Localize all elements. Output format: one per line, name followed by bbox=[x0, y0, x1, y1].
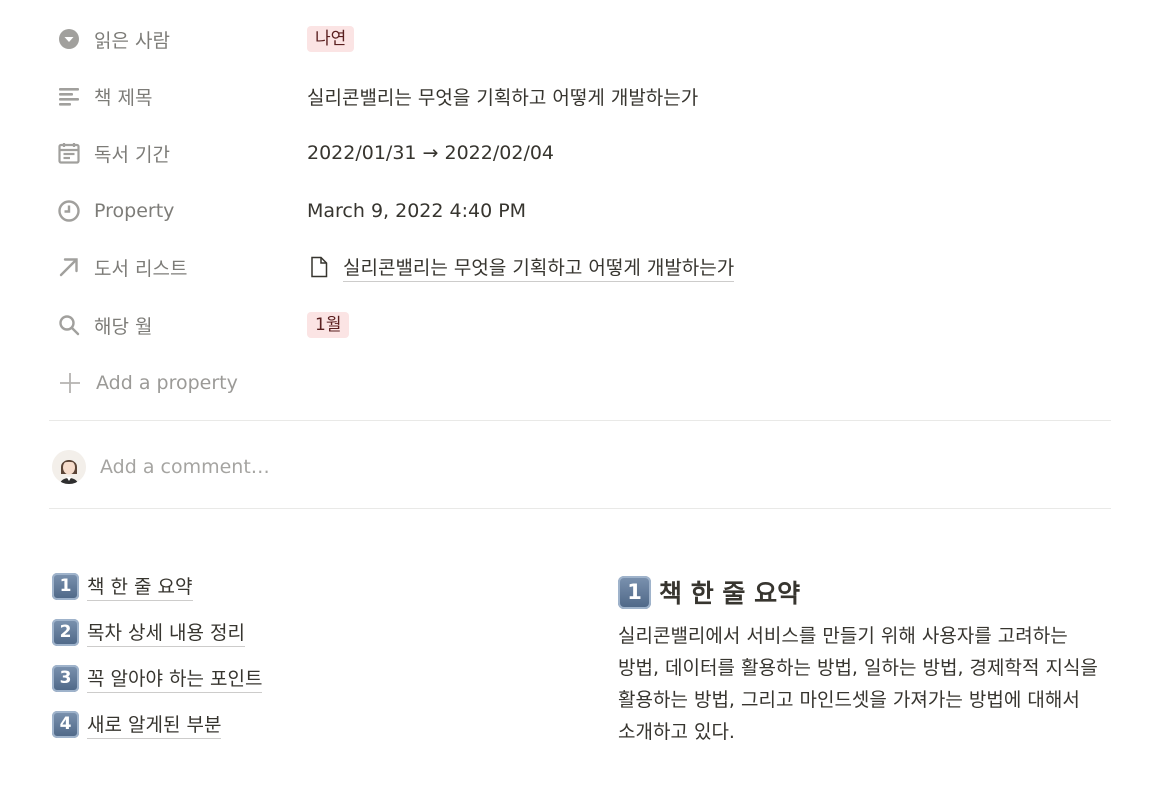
page-icon bbox=[311, 256, 328, 278]
section-heading[interactable]: 1 책 한 줄 요약 bbox=[618, 572, 1118, 612]
table-of-contents: 1 책 한 줄 요약 2 목차 상세 내용 정리 3 꼭 알아야 하는 포인트 … bbox=[52, 563, 263, 747]
add-property-label: Add a property bbox=[96, 372, 238, 394]
keycap-digit-4-icon: 4 bbox=[52, 710, 79, 738]
toc-item-4[interactable]: 4 새로 알게된 부분 bbox=[52, 701, 262, 747]
property-value[interactable]: 1월 bbox=[307, 312, 350, 338]
keycap-digit-3-icon: 3 bbox=[52, 664, 79, 692]
property-key-label: 도서 리스트 bbox=[94, 257, 188, 280]
clock-icon bbox=[57, 199, 81, 223]
property-value[interactable]: 실리콘밸리는 무엇을 기획하고 어떻게 개발하는가 bbox=[307, 253, 735, 282]
property-key[interactable]: 해당 월 bbox=[50, 312, 307, 339]
toc-item-label: 꼭 알아야 하는 포인트 bbox=[87, 664, 263, 693]
property-value[interactable]: 나연 bbox=[307, 26, 355, 52]
toc-item-label: 책 한 줄 요약 bbox=[87, 572, 193, 601]
book-list-relation-link[interactable]: 실리콘밸리는 무엇을 기획하고 어떻게 개발하는가 bbox=[307, 253, 735, 282]
toc-item-1[interactable]: 1 책 한 줄 요약 bbox=[52, 563, 262, 609]
section-body[interactable]: 실리콘밸리에서 서비스를 만들기 위해 사용자를 고려하는 방법, 데이터를 활… bbox=[618, 620, 1108, 748]
reader-tag: 나연 bbox=[307, 26, 355, 52]
toc-item-3[interactable]: 3 꼭 알아야 하는 포인트 bbox=[52, 655, 263, 701]
property-key-label: 책 제목 bbox=[94, 86, 153, 109]
toc-item-2[interactable]: 2 목차 상세 내용 정리 bbox=[52, 609, 262, 655]
plus-icon bbox=[60, 373, 80, 393]
property-key-label: Property bbox=[94, 200, 175, 222]
property-key-label: 읽은 사람 bbox=[94, 29, 170, 52]
property-row-reader[interactable]: 읽은 사람 나연 bbox=[50, 15, 1110, 63]
relation-arrow-icon bbox=[57, 255, 81, 279]
keycap-digit-1-icon: 1 bbox=[618, 575, 651, 609]
property-row-month[interactable]: 해당 월 1월 bbox=[50, 301, 1110, 349]
section-heading-text: 책 한 줄 요약 bbox=[659, 579, 801, 608]
search-icon bbox=[57, 313, 81, 337]
property-value[interactable]: 2022/01/31 → 2022/02/04 bbox=[307, 142, 554, 164]
text-icon bbox=[57, 84, 81, 108]
avatar bbox=[52, 450, 86, 484]
property-key-label: 독서 기간 bbox=[94, 143, 170, 166]
add-property-button[interactable]: Add a property bbox=[50, 359, 238, 407]
property-value[interactable]: 실리콘밸리는 무엇을 기획하고 어떻게 개발하는가 bbox=[307, 83, 698, 110]
comment-input[interactable]: Add a comment… bbox=[100, 456, 270, 478]
property-value[interactable]: March 9, 2022 4:40 PM bbox=[307, 200, 526, 222]
keycap-digit-2-icon: 2 bbox=[52, 618, 79, 646]
calendar-icon bbox=[57, 141, 81, 165]
divider bbox=[49, 420, 1111, 421]
comment-row[interactable]: Add a comment… bbox=[52, 448, 270, 486]
summary-section: 1 책 한 줄 요약 실리콘밸리에서 서비스를 만들기 위해 사용자를 고려하는… bbox=[618, 572, 1118, 748]
property-row-book-list[interactable]: 도서 리스트 실리콘밸리는 무엇을 기획하고 어떻게 개발하는가 bbox=[50, 243, 1110, 291]
select-icon bbox=[57, 27, 81, 51]
reading-period-value: 2022/01/31 → 2022/02/04 bbox=[307, 142, 555, 164]
property-key[interactable]: 도서 리스트 bbox=[50, 254, 307, 281]
property-key[interactable]: Property bbox=[50, 199, 307, 223]
property-key[interactable]: 읽은 사람 bbox=[50, 26, 307, 53]
month-tag: 1월 bbox=[307, 312, 350, 338]
toc-item-label: 목차 상세 내용 정리 bbox=[87, 618, 245, 647]
toc-item-label: 새로 알게된 부분 bbox=[87, 710, 222, 739]
relation-link-label: 실리콘밸리는 무엇을 기획하고 어떻게 개발하는가 bbox=[343, 253, 735, 282]
property-row-reading-period[interactable]: 독서 기간 2022/01/31 → 2022/02/04 bbox=[50, 129, 1110, 177]
property-key[interactable]: 책 제목 bbox=[50, 83, 307, 110]
property-key-label: 해당 월 bbox=[94, 315, 153, 338]
divider bbox=[49, 508, 1111, 509]
property-key[interactable]: 독서 기간 bbox=[50, 140, 307, 167]
keycap-digit-1-icon: 1 bbox=[52, 572, 79, 600]
created-time-value: March 9, 2022 4:40 PM bbox=[307, 200, 527, 222]
property-row-created-time[interactable]: Property March 9, 2022 4:40 PM bbox=[50, 187, 1110, 235]
notion-page: 읽은 사람 나연 책 제목 실리콘밸리는 무엇을 기획하고 어떻게 개발하는가 … bbox=[0, 0, 1154, 786]
book-title-value: 실리콘밸리는 무엇을 기획하고 어떻게 개발하는가 bbox=[307, 86, 699, 109]
property-row-book-title[interactable]: 책 제목 실리콘밸리는 무엇을 기획하고 어떻게 개발하는가 bbox=[50, 72, 1110, 120]
